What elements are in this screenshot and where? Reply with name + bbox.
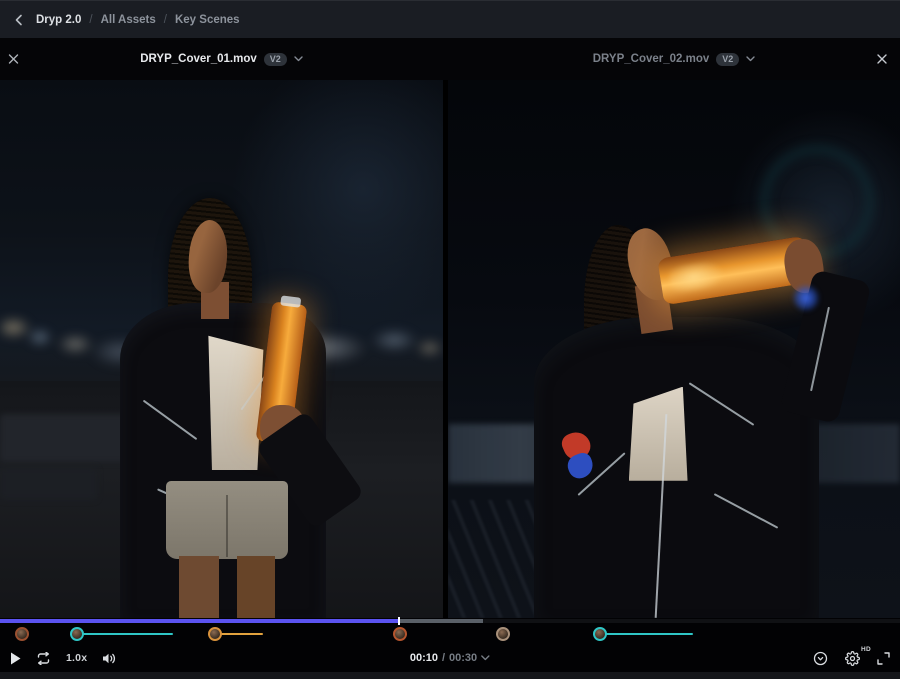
- chevron-down-icon: [481, 655, 490, 661]
- comment-markers-row: [0, 624, 900, 644]
- back-button[interactable]: [14, 14, 24, 26]
- compare-header: DRYP_Cover_01.mov V2 DRYP_Cover_02.mov V…: [0, 38, 900, 80]
- scene-blue-flare: [792, 284, 820, 312]
- breadcrumb-project[interactable]: Dryp 2.0: [36, 14, 81, 26]
- play-icon: [10, 652, 21, 665]
- comment-marker-avatar[interactable]: [15, 627, 29, 641]
- fullscreen-button[interactable]: [877, 652, 890, 665]
- breadcrumb-key-scenes[interactable]: Key Scenes: [175, 14, 240, 26]
- player-settings-group: HD: [813, 651, 890, 666]
- chevron-left-icon: [14, 14, 24, 26]
- circle-chevron-icon: [813, 651, 828, 666]
- transport-controls: 1.0x 00:10 / 00:30: [0, 644, 900, 672]
- close-left-asset-button[interactable]: [8, 54, 19, 65]
- play-button[interactable]: [10, 652, 21, 665]
- loop-button[interactable]: [36, 652, 51, 665]
- seek-played: [0, 619, 398, 623]
- scene-bench: [0, 414, 133, 462]
- chevron-down-icon: [746, 56, 755, 62]
- time-display[interactable]: 00:10 / 00:30: [410, 652, 490, 664]
- right-asset-title-group[interactable]: DRYP_Cover_02.mov V2: [593, 53, 756, 66]
- breadcrumb-separator: /: [164, 14, 167, 26]
- marker-tool-button[interactable]: [813, 651, 828, 666]
- seek-buffered: [398, 619, 484, 623]
- right-version-badge[interactable]: V2: [716, 53, 739, 66]
- quality-settings: HD: [845, 651, 860, 666]
- left-asset-title: DRYP_Cover_01.mov: [140, 53, 257, 65]
- breadcrumb: Dryp 2.0 / All Assets / Key Scenes: [36, 14, 240, 26]
- fullscreen-icon: [877, 652, 890, 665]
- person-tank-top: [206, 330, 266, 470]
- loop-icon: [36, 652, 51, 665]
- player-bottom-bar: 1.0x 00:10 / 00:30: [0, 618, 900, 679]
- comment-range-line: [600, 633, 693, 635]
- right-asset-title: DRYP_Cover_02.mov: [593, 53, 710, 65]
- comment-marker-avatar[interactable]: [208, 627, 222, 641]
- chevron-down-icon: [294, 56, 303, 62]
- volume-icon: [102, 652, 117, 665]
- left-asset-header: DRYP_Cover_01.mov V2: [0, 38, 443, 80]
- left-version-badge[interactable]: V2: [264, 53, 287, 66]
- seek-bar[interactable]: [0, 619, 900, 623]
- playback-speed[interactable]: 1.0x: [66, 652, 87, 664]
- total-duration: 00:30: [449, 652, 477, 664]
- bottom-edge-strip: [0, 672, 900, 679]
- video-compare-area: [0, 80, 900, 618]
- left-video-viewport[interactable]: [0, 80, 443, 618]
- current-time: 00:10: [410, 652, 438, 664]
- comment-range-line: [77, 633, 172, 635]
- breadcrumb-bar: Dryp 2.0 / All Assets / Key Scenes: [0, 0, 900, 38]
- volume-button[interactable]: [102, 652, 117, 665]
- time-separator: /: [442, 652, 445, 664]
- breadcrumb-all-assets[interactable]: All Assets: [101, 14, 156, 26]
- comment-range-line: [215, 633, 263, 635]
- right-asset-header: DRYP_Cover_02.mov V2: [448, 38, 900, 80]
- compare-player-app: Dryp 2.0 / All Assets / Key Scenes DRYP_…: [0, 0, 900, 679]
- scene-bench: [0, 467, 97, 499]
- x-icon: [8, 54, 19, 65]
- person-leg: [179, 556, 219, 618]
- comment-marker-avatar[interactable]: [496, 627, 510, 641]
- close-right-asset-button[interactable]: [876, 53, 888, 65]
- right-video-viewport[interactable]: [448, 80, 900, 618]
- person-shorts: [166, 481, 288, 559]
- settings-button[interactable]: [845, 651, 860, 666]
- x-icon: [876, 53, 888, 65]
- comment-marker-avatar[interactable]: [70, 627, 84, 641]
- quality-badge: HD: [861, 646, 871, 653]
- gear-icon: [845, 651, 860, 666]
- comment-marker-avatar[interactable]: [593, 627, 607, 641]
- breadcrumb-separator: /: [89, 14, 92, 26]
- person-leg: [237, 556, 275, 618]
- left-asset-title-group[interactable]: DRYP_Cover_01.mov V2: [140, 53, 303, 66]
- comment-marker-avatar[interactable]: [393, 627, 407, 641]
